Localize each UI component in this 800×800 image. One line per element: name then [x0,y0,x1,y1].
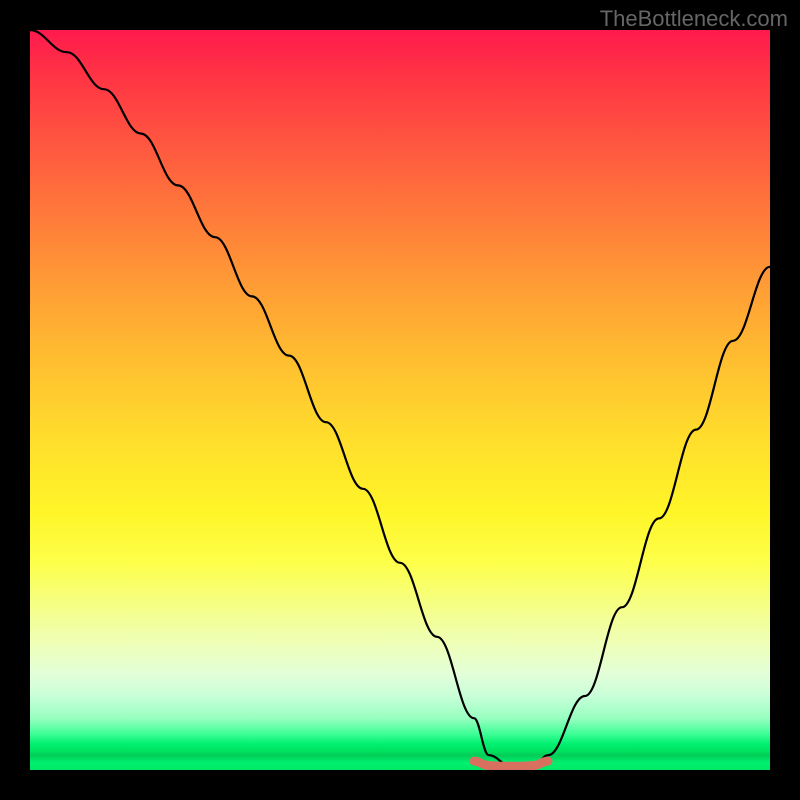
plot-area [30,30,770,770]
watermark-text: TheBottleneck.com [600,6,788,32]
chart-svg [30,30,770,770]
optimal-marker [474,761,548,766]
bottleneck-curve [30,30,770,766]
